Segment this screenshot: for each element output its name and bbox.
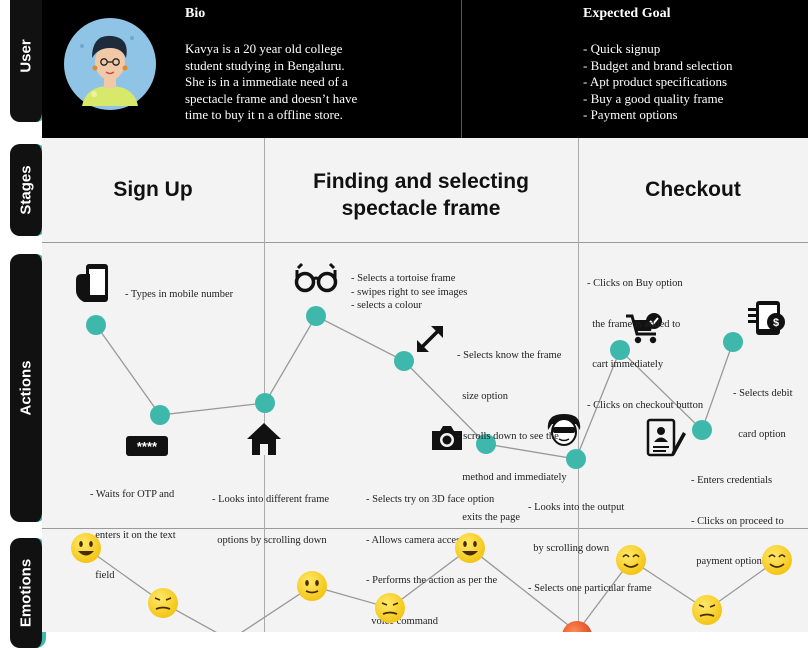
smile-face-icon — [616, 545, 646, 575]
happy-face-icon — [71, 533, 101, 563]
sad-face-icon — [375, 593, 405, 623]
happy-face-icon — [455, 533, 485, 563]
angry-face-icon — [562, 621, 592, 632]
sad-face-icon — [692, 595, 722, 625]
emotions-graph — [71, 533, 792, 632]
smile-face-icon — [762, 545, 792, 575]
sad-face-icon — [148, 588, 178, 618]
smile-face-icon — [297, 571, 327, 601]
